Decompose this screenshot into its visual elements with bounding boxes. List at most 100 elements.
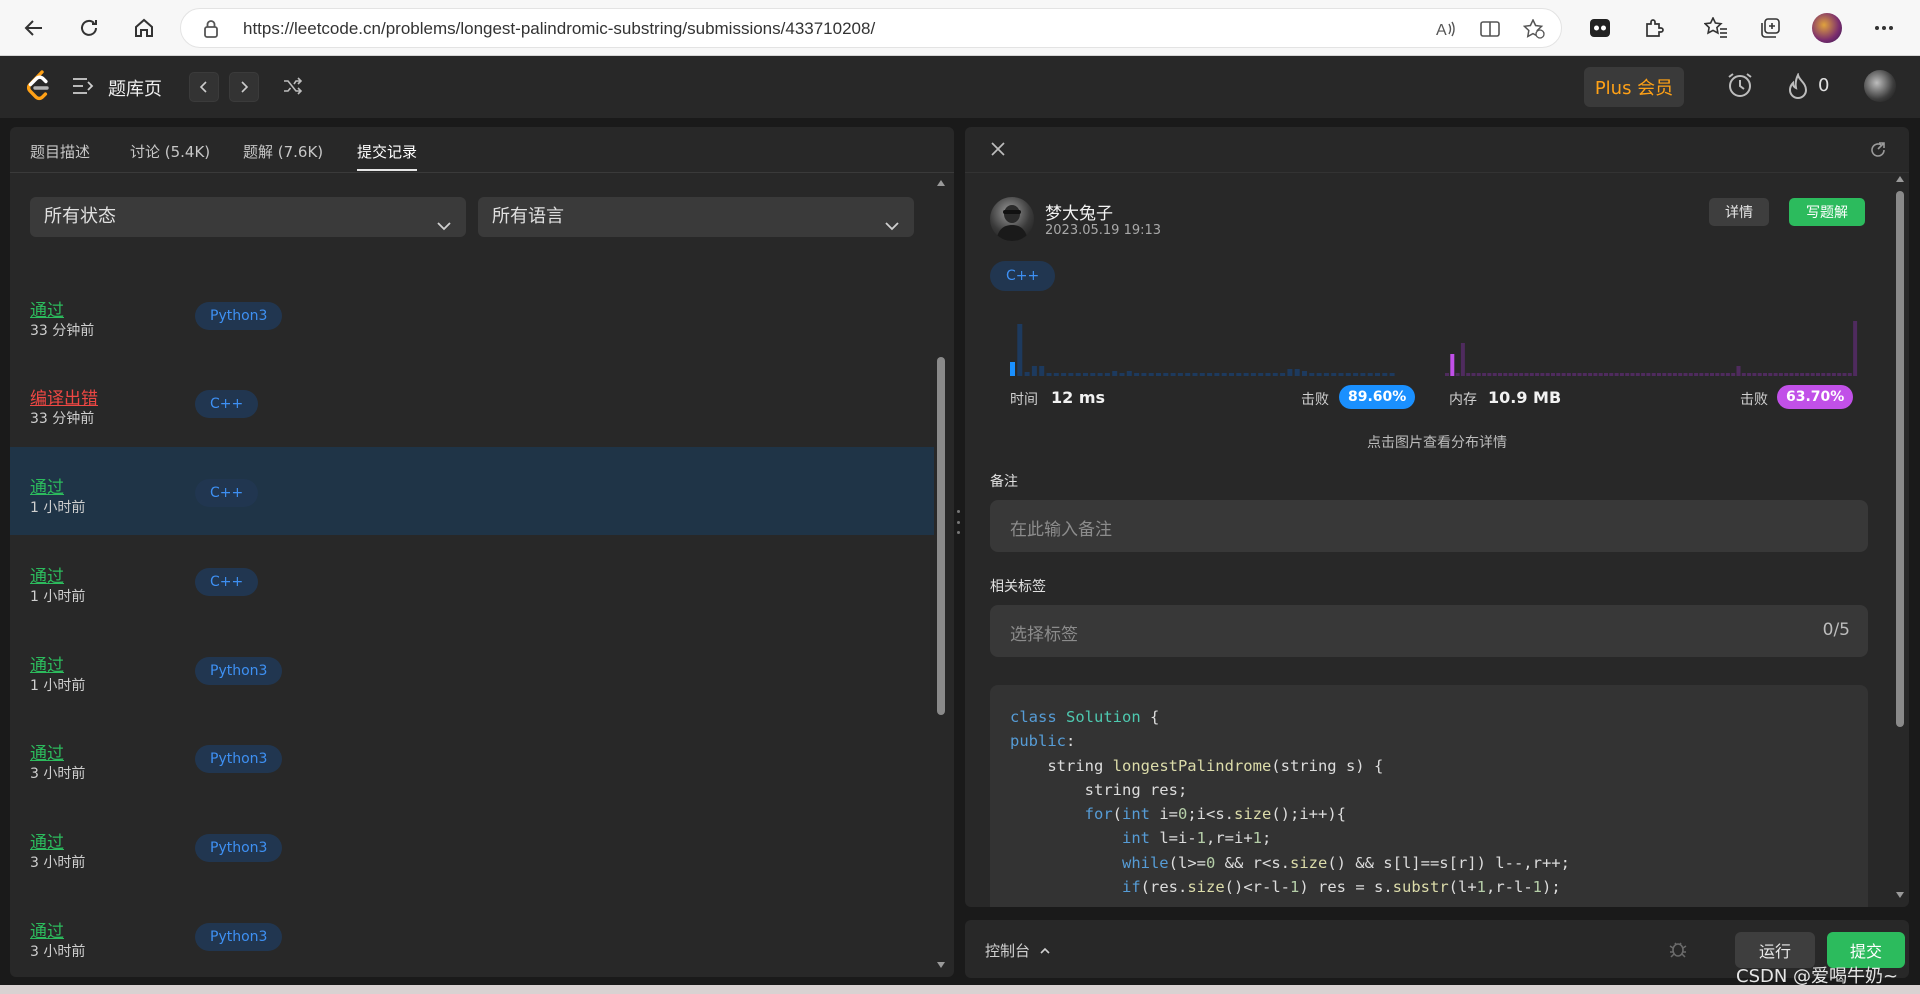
prev-problem-button[interactable] <box>189 72 219 102</box>
distribution-bar <box>1715 373 1720 376</box>
tab-discussion[interactable]: 讨论 (5.4K) <box>130 141 210 162</box>
plus-membership-button[interactable]: Plus 会员 <box>1584 67 1684 107</box>
distribution-bar <box>1498 373 1502 376</box>
submission-row[interactable]: 编译出错 33 分钟前 C++ <box>10 358 934 446</box>
submission-status[interactable]: 通过 <box>30 651 64 676</box>
runtime-label: 时间 <box>1010 392 1038 408</box>
submission-time: 1 小时前 <box>30 678 86 694</box>
submission-status[interactable]: 通过 <box>30 828 64 853</box>
close-icon[interactable] <box>990 141 1006 161</box>
scrollbar-thumb[interactable] <box>937 357 945 715</box>
add-favorite-icon[interactable] <box>1523 18 1545 40</box>
distribution-bar <box>1163 373 1169 376</box>
console-toggle[interactable]: 控制台 <box>985 940 1051 961</box>
submission-status[interactable]: 通过 <box>30 562 64 587</box>
distribution-bar <box>1561 373 1566 376</box>
author-name[interactable]: 梦大兔子 <box>1045 199 1113 224</box>
code-viewer[interactable]: class Solution { public: string longestP… <box>990 685 1868 907</box>
submission-row-selected[interactable]: 通过 1 小时前 C++ <box>10 447 934 535</box>
distribution-bar <box>1331 373 1337 376</box>
author-avatar[interactable] <box>990 197 1034 241</box>
distribution-bar <box>1582 373 1587 376</box>
debug-bug-icon[interactable] <box>1668 939 1688 963</box>
user-avatar[interactable] <box>1864 70 1896 102</box>
scroll-down-arrow-icon[interactable] <box>1895 891 1905 899</box>
distribution-bar <box>1763 373 1767 376</box>
scroll-down-arrow-icon[interactable] <box>936 961 946 969</box>
url-text[interactable]: https://leetcode.cn/problems/longest-pal… <box>243 19 875 39</box>
distribution-bar <box>1221 373 1227 376</box>
extensions-puzzle-icon[interactable] <box>1640 14 1668 42</box>
distribution-bar <box>1646 373 1651 376</box>
submission-row[interactable]: 通过 3 小时前 Python3 <box>10 802 934 890</box>
distribution-bar <box>1741 373 1746 376</box>
distribution-bar <box>1805 373 1810 376</box>
console-label: 控制台 <box>985 942 1031 960</box>
submission-status[interactable]: 通过 <box>30 473 64 498</box>
scroll-up-arrow-icon[interactable] <box>1895 175 1905 183</box>
open-external-icon[interactable] <box>1869 141 1887 163</box>
distribution-bar <box>1046 373 1052 376</box>
extension-icon[interactable] <box>1586 14 1614 42</box>
submission-status[interactable]: 通过 <box>30 296 64 321</box>
distribution-bar <box>1024 372 1030 376</box>
distribution-bar <box>1699 373 1704 376</box>
problem-list-icon[interactable] <box>72 77 94 95</box>
panel-resize-handle[interactable] <box>956 510 960 534</box>
distribution-bar <box>1672 373 1677 376</box>
note-input[interactable]: 在此输入备注 <box>990 500 1868 552</box>
shuffle-icon[interactable] <box>283 77 303 95</box>
read-aloud-icon[interactable]: A <box>1435 18 1457 40</box>
detail-scrollbar[interactable] <box>1895 175 1905 899</box>
distribution-bar <box>1170 373 1176 376</box>
submission-status[interactable]: 通过 <box>30 917 64 942</box>
distribution-bar <box>1476 373 1481 376</box>
collections-icon[interactable] <box>1756 14 1784 42</box>
write-solution-button[interactable]: 写题解 <box>1789 198 1865 226</box>
distribution-bar <box>1466 373 1471 376</box>
submission-row[interactable]: 通过 33 分钟前 Python3 <box>10 270 934 358</box>
submission-status[interactable]: 编译出错 <box>30 384 98 409</box>
distribution-bar <box>1119 373 1125 376</box>
problem-list-title[interactable]: 题库页 <box>108 75 162 101</box>
distribution-bar <box>1503 373 1508 376</box>
status-filter-select[interactable]: 所有状态 <box>30 197 466 237</box>
details-button[interactable]: 详情 <box>1709 198 1769 226</box>
address-bar[interactable]: https://leetcode.cn/problems/longest-pal… <box>180 8 1562 48</box>
distribution-bar <box>1826 373 1831 376</box>
tab-solutions[interactable]: 题解 (7.6K) <box>243 141 323 162</box>
scroll-up-arrow-icon[interactable] <box>936 179 946 187</box>
submission-row[interactable]: 通过 1 小时前 C++ <box>10 536 934 624</box>
submission-row[interactable]: 通过 3 小时前 Python3 <box>10 891 934 977</box>
distribution-bar <box>1148 373 1154 376</box>
split-screen-icon[interactable] <box>1479 18 1501 40</box>
distribution-bar <box>1309 373 1315 376</box>
refresh-icon[interactable] <box>73 12 105 44</box>
alarm-clock-icon[interactable] <box>1726 71 1754 99</box>
taskbar-edge <box>0 985 1920 994</box>
memory-distribution-chart[interactable] <box>1445 312 1865 382</box>
submission-time: 3 小时前 <box>30 855 86 871</box>
svg-text:A: A <box>1436 22 1447 38</box>
next-problem-button[interactable] <box>229 72 259 102</box>
language-filter-select[interactable]: 所有语言 <box>478 197 914 237</box>
tab-description[interactable]: 题目描述 <box>30 141 90 162</box>
leetcode-logo-icon[interactable] <box>26 70 52 106</box>
submission-row[interactable]: 通过 3 小时前 Python3 <box>10 713 934 801</box>
streak-flame-icon[interactable] <box>1786 73 1810 99</box>
tags-select[interactable]: 选择标签 0/5 <box>990 605 1868 657</box>
favorites-icon[interactable] <box>1702 14 1730 42</box>
browser-profile-avatar[interactable] <box>1812 13 1842 43</box>
back-icon[interactable] <box>18 12 50 44</box>
distribution-bar <box>1778 373 1783 376</box>
more-options-icon[interactable] <box>1870 14 1898 42</box>
submissions-scrollbar[interactable] <box>936 179 946 969</box>
scrollbar-thumb[interactable] <box>1896 191 1904 727</box>
home-icon[interactable] <box>128 12 160 44</box>
runtime-distribution-chart[interactable] <box>1010 312 1410 382</box>
distribution-bar <box>1214 373 1220 376</box>
tab-submissions[interactable]: 提交记录 <box>357 141 417 162</box>
submission-row[interactable]: 通过 1 小时前 Python3 <box>10 625 934 713</box>
submission-status[interactable]: 通过 <box>30 739 64 764</box>
distribution-bar <box>1455 373 1460 376</box>
